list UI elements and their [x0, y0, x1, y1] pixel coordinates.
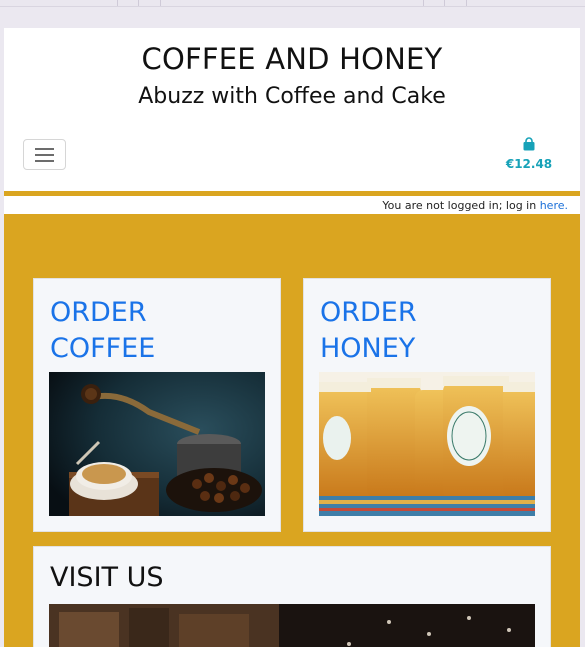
heading-line: ORDER — [50, 297, 147, 328]
browser-chrome-strip — [0, 0, 585, 7]
login-status: You are not logged in; log in here. — [382, 199, 568, 212]
visit-us-heading: VISIT US — [50, 562, 164, 593]
cart-button[interactable]: €12.48 — [504, 136, 554, 172]
order-honey-card[interactable]: ORDER HONEY — [303, 278, 551, 532]
strip-divider — [117, 0, 118, 6]
login-status-text: You are not logged in; log in — [382, 199, 540, 212]
cart-total: €12.48 — [505, 157, 553, 171]
hamburger-menu-icon[interactable] — [23, 139, 66, 170]
order-coffee-card[interactable]: ORDER COFFEE — [33, 278, 281, 532]
page-container: COFFEE AND HONEY Abuzz with Coffee and C… — [4, 28, 580, 647]
order-coffee-link[interactable]: ORDER COFFEE — [50, 295, 270, 367]
shopping-bag-icon — [523, 137, 535, 151]
strip-divider — [138, 0, 139, 6]
main-content: ORDER COFFEE ORDER HONEY VISIT US — [4, 214, 580, 647]
strip-divider — [466, 0, 467, 6]
coffee-grinder-image[interactable] — [49, 372, 265, 516]
visit-us-card[interactable]: VISIT US — [33, 546, 551, 647]
honey-jars-image[interactable] — [319, 372, 535, 516]
cafe-interior-image[interactable] — [49, 604, 535, 647]
hamburger-bar — [35, 154, 54, 156]
site-title[interactable]: COFFEE AND HONEY — [4, 42, 580, 76]
strip-divider — [444, 0, 445, 6]
strip-divider — [160, 0, 161, 6]
heading-line: COFFEE — [50, 333, 156, 364]
heading-line: HONEY — [320, 333, 416, 364]
site-tagline: Abuzz with Coffee and Cake — [138, 84, 446, 109]
hamburger-bar — [35, 148, 54, 150]
header-divider — [4, 191, 580, 196]
hamburger-bar — [35, 160, 54, 162]
login-link[interactable]: here. — [540, 199, 568, 212]
heading-line: ORDER — [320, 297, 417, 328]
strip-divider — [423, 0, 424, 6]
order-honey-link[interactable]: ORDER HONEY — [320, 295, 540, 367]
